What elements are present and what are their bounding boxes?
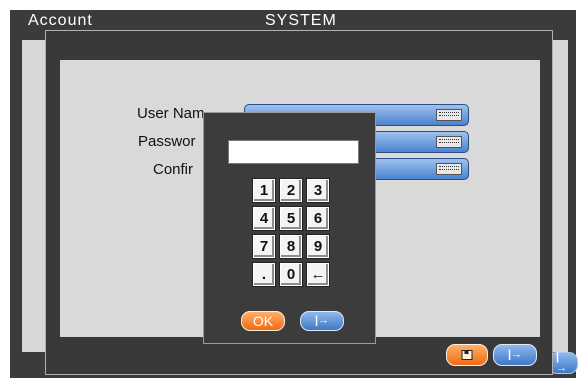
keyboard-icon[interactable] [436, 109, 462, 121]
system-title: SYSTEM [265, 12, 337, 27]
save-button[interactable] [446, 344, 488, 366]
account-tab-label[interactable]: Account [28, 11, 93, 27]
save-icon [461, 350, 473, 360]
confirm-label: Confir [153, 161, 194, 178]
exit-icon: |→ [314, 314, 330, 327]
key-9[interactable]: 9 [306, 234, 330, 259]
keyboard-icon[interactable] [436, 163, 462, 175]
key-1[interactable]: 1 [252, 178, 276, 203]
keypad-exit-button[interactable]: |→ [300, 311, 344, 331]
keypad-ok-button[interactable]: OK [241, 311, 285, 331]
keyboard-icon[interactable] [436, 136, 462, 148]
exit-icon: |→ [556, 351, 567, 374]
password-label: Passwor [138, 133, 196, 150]
key-8[interactable]: 8 [279, 234, 303, 259]
key-backspace[interactable]: ← [306, 262, 330, 287]
exit-icon: |→ [507, 348, 523, 361]
key-7[interactable]: 7 [252, 234, 276, 259]
key-2[interactable]: 2 [279, 178, 303, 203]
key-6[interactable]: 6 [306, 206, 330, 231]
key-4[interactable]: 4 [252, 206, 276, 231]
key-3[interactable]: 3 [306, 178, 330, 203]
key-5[interactable]: 5 [279, 206, 303, 231]
key-dot[interactable]: . [252, 262, 276, 287]
exit-button[interactable]: |→ [493, 344, 537, 366]
keypad-display-input[interactable] [228, 140, 359, 164]
keypad-grid: 1 2 3 4 5 6 7 8 9 . 0 ← [252, 178, 336, 287]
key-0[interactable]: 0 [279, 262, 303, 287]
user-name-label: User Nam [137, 105, 205, 122]
